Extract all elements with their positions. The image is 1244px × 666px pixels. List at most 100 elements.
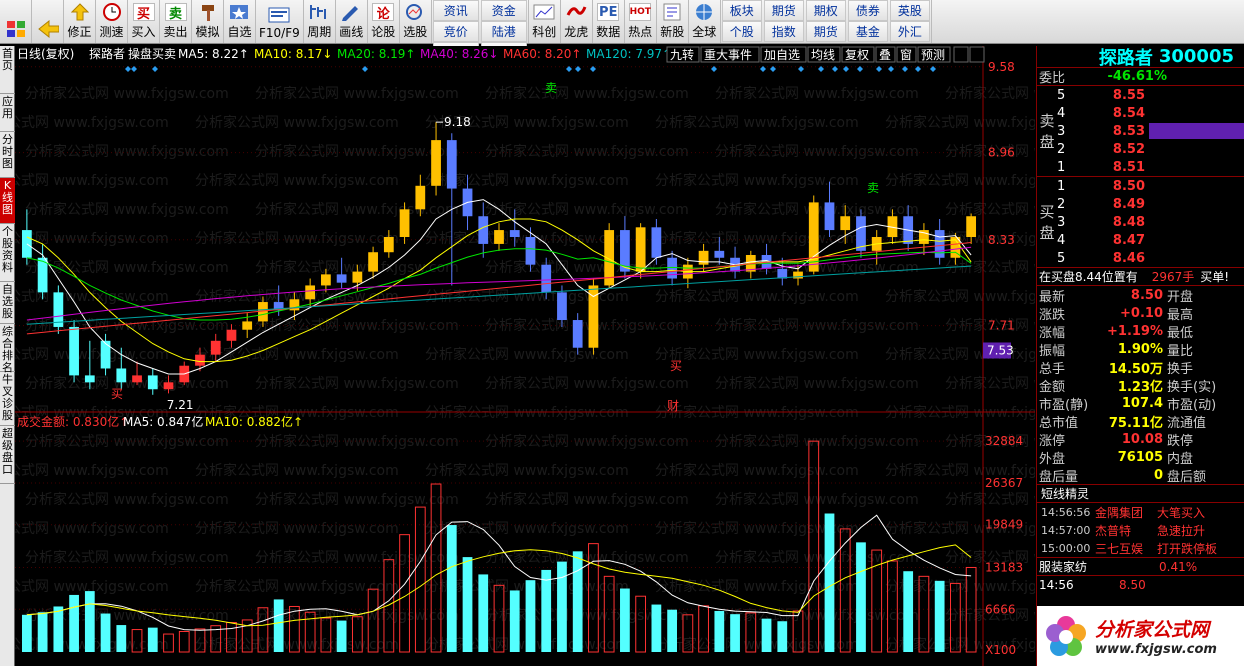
volume-bar[interactable] bbox=[572, 551, 583, 652]
toolbar-button-8[interactable]: F10/F9 bbox=[256, 0, 304, 43]
volume-bar[interactable] bbox=[557, 561, 567, 652]
volume-bar[interactable] bbox=[147, 627, 158, 652]
candle-body[interactable] bbox=[352, 271, 363, 283]
candle-body[interactable] bbox=[163, 382, 174, 390]
candle-body[interactable] bbox=[210, 340, 221, 355]
ask-row-1[interactable]: 1 8.51 bbox=[1057, 158, 1244, 176]
ask-row-3[interactable]: 3 8.53 bbox=[1057, 122, 1244, 140]
candle-body[interactable] bbox=[305, 285, 316, 300]
ask-row-5[interactable]: 5 8.55 bbox=[1057, 86, 1244, 104]
volume-bar[interactable] bbox=[777, 621, 788, 652]
stat-row-0[interactable]: 最新 8.50 开盘 bbox=[1037, 286, 1244, 305]
stat-row-3[interactable]: 振幅 1.90% 量比 bbox=[1037, 340, 1244, 359]
toolbar-button-5[interactable]: 卖卖出 bbox=[160, 0, 192, 43]
bid-row-4[interactable]: 4 8.47 bbox=[1057, 231, 1244, 249]
candle-body[interactable] bbox=[195, 354, 205, 366]
market-grid-button-9[interactable]: 外汇 bbox=[889, 21, 930, 42]
stat-row-7[interactable]: 总市值 75.11亿 流通值 bbox=[1037, 412, 1244, 431]
volume-bar[interactable] bbox=[21, 614, 32, 652]
market-grid-button-0[interactable]: 板块 bbox=[721, 0, 762, 21]
market-grid-button-6[interactable]: 指数 bbox=[763, 21, 804, 42]
volume-bar[interactable] bbox=[761, 618, 772, 652]
candle-body[interactable] bbox=[667, 257, 677, 279]
candle-body[interactable] bbox=[934, 230, 945, 258]
candle-body[interactable] bbox=[541, 264, 552, 293]
candle-body[interactable] bbox=[147, 375, 158, 390]
candle-body[interactable] bbox=[635, 227, 646, 272]
info-grid-button-2[interactable]: 竞价 bbox=[432, 21, 479, 42]
candle-body[interactable] bbox=[100, 340, 111, 369]
toolbar2-button-2[interactable]: PE 数据 bbox=[593, 0, 625, 43]
candle-body[interactable] bbox=[572, 320, 583, 348]
candle-body[interactable] bbox=[242, 321, 253, 330]
toolbar-button-1[interactable] bbox=[32, 0, 64, 43]
volume-bar[interactable] bbox=[116, 625, 127, 652]
candle-body[interactable] bbox=[21, 230, 32, 258]
left-tab-1[interactable]: 应用 bbox=[0, 94, 15, 132]
bid-row-1[interactable]: 1 8.50 bbox=[1057, 177, 1244, 195]
candle-body[interactable] bbox=[383, 237, 394, 253]
bid-row-3[interactable]: 3 8.48 bbox=[1057, 213, 1244, 231]
left-tab-0[interactable]: 首页 bbox=[0, 46, 15, 94]
candle-body[interactable] bbox=[714, 250, 725, 258]
toolbar-button-11[interactable]: 论论股 bbox=[368, 0, 400, 43]
left-tab-2[interactable]: 分时图 bbox=[0, 132, 15, 178]
volume-bar[interactable] bbox=[934, 580, 945, 652]
toolbar-button-10[interactable]: 画线 bbox=[336, 0, 368, 43]
play-icon[interactable] bbox=[969, 46, 985, 63]
toolbar-button-4[interactable]: 买买入 bbox=[128, 0, 160, 43]
volume-bar[interactable] bbox=[667, 609, 677, 652]
toolbar-button-6[interactable]: 模拟 bbox=[192, 0, 224, 43]
left-tab-3[interactable]: K线图 bbox=[0, 178, 15, 224]
toolbar-button-9[interactable]: 周期 bbox=[304, 0, 336, 43]
ask-row-2[interactable]: 2 8.52 bbox=[1057, 140, 1244, 158]
elf-row-2[interactable]: 15:00:00 三七互娱 打开跌停板 bbox=[1037, 539, 1244, 557]
elf-row-0[interactable]: 14:56:56 金隅集团 大笔买入 bbox=[1037, 503, 1244, 521]
volume-bar[interactable] bbox=[446, 525, 457, 652]
market-grid-button-1[interactable]: 期货 bbox=[763, 0, 804, 21]
toolbar-button-2[interactable]: 修正 bbox=[64, 0, 96, 43]
candle-body[interactable] bbox=[69, 326, 79, 376]
candle-body[interactable] bbox=[840, 216, 851, 231]
candle-body[interactable] bbox=[966, 216, 977, 237]
stat-row-9[interactable]: 外盘 76105 内盘 bbox=[1037, 448, 1244, 467]
volume-bar[interactable] bbox=[84, 591, 95, 652]
candle-body[interactable] bbox=[415, 185, 426, 210]
volume-bar[interactable] bbox=[730, 614, 740, 652]
stat-row-5[interactable]: 金额 1.23亿 换手(实) bbox=[1037, 376, 1244, 395]
candle-body[interactable] bbox=[651, 227, 662, 258]
volume-bar[interactable] bbox=[273, 599, 284, 652]
stat-row-2[interactable]: 涨幅 +1.19% 最低 bbox=[1037, 322, 1244, 341]
bid-row-2[interactable]: 2 8.49 bbox=[1057, 195, 1244, 213]
toolbar2-button-4[interactable]: 新股 bbox=[657, 0, 689, 43]
toolbar-button-7[interactable]: 自选 bbox=[224, 0, 256, 43]
volume-bar[interactable] bbox=[824, 513, 835, 652]
bid-row-5[interactable]: 5 8.46 bbox=[1057, 249, 1244, 267]
candle-body[interactable] bbox=[494, 230, 504, 244]
elves-title[interactable]: 短线精灵 bbox=[1041, 485, 1089, 502]
volume-bar[interactable] bbox=[336, 620, 347, 652]
candle-body[interactable] bbox=[321, 274, 331, 286]
candle-body[interactable] bbox=[431, 140, 441, 186]
volume-bar[interactable] bbox=[69, 594, 79, 652]
toolbar-button-12[interactable]: 选股 bbox=[400, 0, 432, 43]
volume-bar[interactable] bbox=[53, 606, 64, 652]
volume-bar[interactable] bbox=[478, 574, 489, 652]
candle-body[interactable] bbox=[698, 250, 709, 265]
left-tab-4[interactable]: 个股资料 bbox=[0, 224, 15, 282]
left-tab-8[interactable]: 超级盘口 bbox=[0, 426, 15, 484]
candle-body[interactable] bbox=[525, 237, 536, 265]
toolbar2-button-3[interactable]: HOT 热点 bbox=[625, 0, 657, 43]
stat-row-8[interactable]: 涨停 10.08 跌停 bbox=[1037, 430, 1244, 449]
stat-row-10[interactable]: 盘后量 0 盘后额 bbox=[1037, 466, 1244, 485]
volume-bar[interactable] bbox=[714, 610, 725, 652]
volume-bar[interactable] bbox=[525, 580, 536, 652]
candle-body[interactable] bbox=[478, 216, 489, 244]
left-tab-5[interactable]: 自选股 bbox=[0, 282, 15, 324]
stat-row-6[interactable]: 市盈(静) 107.4 市盈(动) bbox=[1037, 394, 1244, 413]
kline-chart[interactable]: 分析家公式网 www.fxjgsw.com 分析家公式网 www.fxjgsw.c… bbox=[15, 46, 1035, 666]
candle-body[interactable] bbox=[368, 252, 378, 272]
candle-body[interactable] bbox=[824, 202, 835, 231]
volume-bar[interactable] bbox=[100, 613, 111, 652]
volume-bar[interactable] bbox=[462, 557, 473, 652]
